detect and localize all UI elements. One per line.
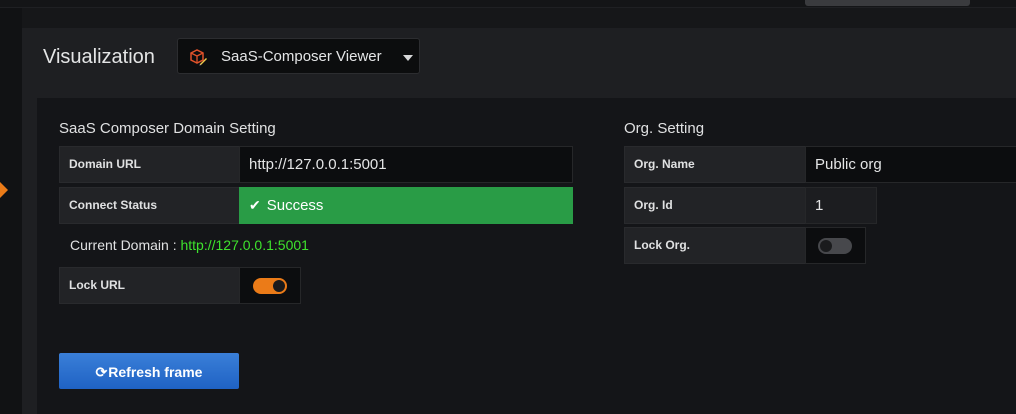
- org-name-label: Org. Name: [624, 146, 806, 183]
- org-id-label: Org. Id: [624, 187, 806, 224]
- lock-org-switch-box: [805, 227, 866, 264]
- current-domain: Current Domain : http://127.0.0.1:5001: [70, 237, 309, 253]
- resize-handle[interactable]: [805, 0, 970, 6]
- lock-url-toggle[interactable]: [253, 278, 287, 294]
- current-domain-label: Current Domain :: [70, 237, 177, 253]
- top-strip: [0, 0, 1016, 8]
- check-icon: ✔: [249, 197, 261, 213]
- lock-org-label: Lock Org.: [624, 227, 806, 264]
- current-domain-value: http://127.0.0.1:5001: [180, 237, 309, 253]
- refresh-frame-label: Refresh frame: [108, 364, 203, 380]
- visualization-picker[interactable]: SaaS-Composer Viewer: [177, 38, 420, 74]
- cube-pencil-icon: [190, 49, 207, 66]
- connect-status-label: Connect Status: [59, 187, 240, 224]
- chevron-down-icon: [403, 55, 413, 61]
- visualization-picker-label: SaaS-Composer Viewer: [221, 48, 382, 65]
- domain-url-label: Domain URL: [59, 146, 240, 183]
- left-rail: [0, 8, 22, 414]
- lock-url-switch-box: [239, 267, 301, 304]
- panel-editor: Visualization SaaS-Composer Viewer SaaS …: [0, 0, 1016, 414]
- connect-status-value: Success: [266, 197, 324, 214]
- org-name-input[interactable]: Public org: [805, 146, 1016, 183]
- org-setting-title: Org. Setting: [624, 120, 705, 137]
- domain-url-input[interactable]: http://127.0.0.1:5001: [239, 146, 573, 183]
- lock-url-label: Lock URL: [59, 267, 240, 304]
- refresh-icon: ⟳: [95, 364, 108, 380]
- visualization-heading: Visualization: [43, 46, 155, 68]
- domain-setting-title: SaaS Composer Domain Setting: [59, 120, 276, 137]
- connect-status-badge: ✔ Success: [239, 187, 573, 224]
- lock-org-toggle[interactable]: [818, 238, 852, 254]
- active-tab-arrow-icon: [0, 182, 8, 198]
- org-id-input[interactable]: 1: [805, 187, 877, 224]
- refresh-frame-button[interactable]: ⟳Refresh frame: [59, 353, 239, 389]
- toggle-knob: [820, 240, 832, 252]
- toggle-knob: [273, 280, 285, 292]
